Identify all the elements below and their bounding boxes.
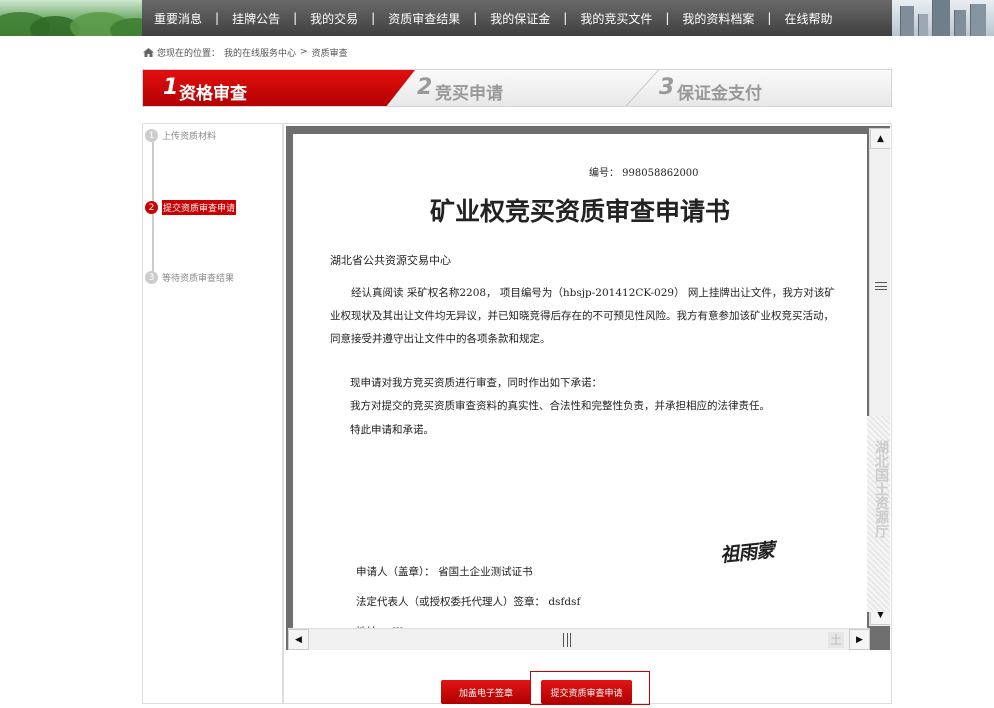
breadcrumb-prefix: 您现在的位置： [157, 48, 221, 59]
home-icon [143, 47, 154, 57]
horizontal-scrollbar[interactable]: ◀ 土 ▶ [288, 628, 870, 650]
breadcrumb: 您现在的位置： 我的在线服务中心 > 资质审查 [143, 45, 352, 59]
watermark-text: 湖北国土资源厅 [873, 440, 889, 538]
step-1-label: 资格审查 [179, 84, 247, 104]
watermark-corner-glyph: 土 [828, 632, 844, 648]
hscroll-thumb-grip[interactable] [563, 633, 571, 647]
main-nav: 重要消息 | 挂牌公告 | 我的交易 | 资质审查结果 | 我的保证金 | 我的… [142, 0, 892, 36]
add-seal-button[interactable]: 加盖电子签章 [441, 680, 531, 704]
document-number: 编号： 998058862000 [589, 168, 699, 179]
nav-item-my-bid-files[interactable]: 我的竞买文件 [580, 10, 652, 27]
step-2-label: 竞买申请 [435, 84, 503, 104]
progress-steps: 1 资格审查 2 竞买申请 3 保证金支付 [142, 69, 892, 107]
breadcrumb-item-service-center[interactable]: 我的在线服务中心 [224, 46, 296, 59]
nav-item-my-deposit[interactable]: 我的保证金 [490, 10, 550, 27]
document-viewer[interactable]: 编号： 998058862000 矿业权竞买资质审查申请书 湖北省公共资源交易中… [286, 126, 890, 650]
main-content: 编号： 998058862000 矿业权竞买资质审查申请书 湖北省公共资源交易中… [283, 123, 892, 705]
document-request-line: 现申请对我方竞买资质进行审查，同时作出如下承诺： [350, 377, 602, 389]
nav-item-my-trades[interactable]: 我的交易 [310, 10, 358, 27]
step-1-number: 1 [163, 75, 179, 100]
scroll-right-button[interactable]: ▶ [849, 629, 870, 650]
handwritten-signature: 祖雨蒙 [719, 539, 776, 567]
nav-item-my-archive[interactable]: 我的资料档案 [682, 10, 754, 27]
submit-review-button[interactable]: 提交资质审查申请 [541, 680, 632, 704]
sub-steps-panel: 1 上传资质材料 2 提交资质审查申请 3 等待资质审查结果 [142, 123, 283, 704]
scroll-thumb-grip[interactable] [875, 282, 887, 290]
watermark-strip: 湖北国土资源厅 [867, 416, 890, 612]
step-3-number: 3 [659, 75, 675, 100]
scroll-up-button[interactable]: ▲ [870, 128, 890, 149]
document-closing-line: 特此申请和承诺。 [350, 424, 434, 436]
document-paragraph: 经认真阅读 采矿权名称2208， 项目编号为（hbsjp-201412CK-02… [330, 287, 835, 345]
step-divider [620, 70, 661, 106]
document-legal-rep: 法定代表人（或授权委托代理人）签章： dsfdsf [356, 596, 581, 608]
breadcrumb-item-review: 资质审查 [311, 48, 348, 59]
application-document: 编号： 998058862000 矿业权竞买资质审查申请书 湖北省公共资源交易中… [293, 134, 867, 650]
document-title: 矿业权竞买资质审查申请书 [429, 197, 730, 226]
step-3-label: 保证金支付 [677, 84, 762, 104]
document-applicant: 申请人（盖章）： 省国土企业测试证书 [356, 566, 533, 578]
document-addressee: 湖北省公共资源交易中心 [330, 254, 451, 267]
sub-step-wait: 3 等待资质审查结果 [145, 271, 234, 284]
scroll-left-button[interactable]: ◀ [288, 629, 309, 650]
header-right-banner [892, 0, 994, 36]
nav-item-review-results[interactable]: 资质审查结果 [388, 10, 460, 27]
sub-step-upload: 1 上传资质材料 [145, 129, 216, 142]
nav-item-help[interactable]: 在线帮助 [784, 10, 832, 27]
header-left-banner [0, 0, 142, 36]
document-commitment-line: 我方对提交的竞买资质审查资料的真实性、合法性和完整性负责，并承担相应的法律责任。 [350, 400, 770, 412]
nav-item-listing[interactable]: 挂牌公告 [232, 10, 280, 27]
breadcrumb-separator: > [300, 47, 308, 57]
step-2-number: 2 [417, 75, 433, 100]
nav-item-news[interactable]: 重要消息 [154, 10, 202, 27]
site-header: 重要消息 | 挂牌公告 | 我的交易 | 资质审查结果 | 我的保证金 | 我的… [0, 0, 994, 36]
sub-step-submit: 2 提交资质审查申请 [145, 200, 237, 215]
